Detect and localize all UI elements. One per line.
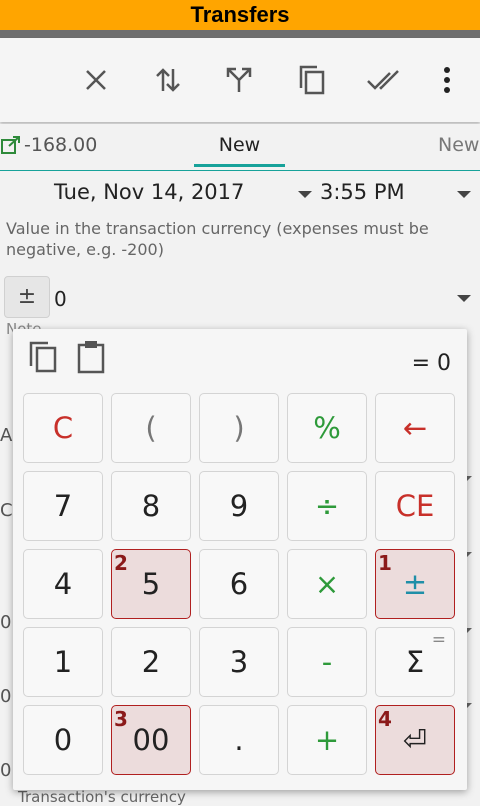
calc-key-6[interactable]: 6 [199,549,279,619]
background-field-edge: 0 [0,686,12,707]
calc-key-9[interactable]: 9 [199,471,279,541]
more-vert-icon[interactable] [427,60,467,100]
calc-key-plus[interactable]: + [287,705,367,775]
time-dropdown-icon[interactable] [457,191,471,198]
app-title: Transfers [190,2,290,27]
tab-previous[interactable]: -168.00 [0,134,97,156]
amount-field[interactable]: 0 [54,287,67,311]
calc-key-5[interactable]: 25 [111,549,191,619]
currency-label: Transaction's currency [18,788,186,806]
calc-key-plus-minus[interactable]: 1 ± [375,549,455,619]
background-field-edge: C [0,500,13,521]
calc-key-divide[interactable]: ÷ [287,471,367,541]
action-toolbar [0,38,480,122]
key-badge: 4 [378,707,392,731]
swap-icon[interactable] [148,60,188,100]
background-field-edge: 0 [0,760,12,781]
tab-next[interactable]: New [438,134,479,156]
transfer-tabs: -168.00 New New [0,124,480,171]
split-icon[interactable] [219,60,259,100]
calc-key-minus[interactable]: - [287,627,367,697]
calc-key-ce[interactable]: CE [375,471,455,541]
calc-key-multiply[interactable]: × [287,549,367,619]
title-bar: Transfers [0,0,480,38]
copy-icon[interactable] [292,60,332,100]
calc-key-7[interactable]: 7 [23,471,103,541]
calc-key-enter[interactable]: 4 ⏎ [375,705,455,775]
tab-current[interactable]: New [194,134,285,156]
calc-key-dot[interactable]: . [199,705,279,775]
calc-key-4[interactable]: 4 [23,549,103,619]
date-dropdown-icon[interactable] [298,191,312,198]
calc-key-c[interactable]: C [23,393,103,463]
tab-previous-value: -168.00 [24,134,98,156]
calc-key-percent[interactable]: % [287,393,367,463]
open-external-icon [1,136,20,154]
amount-hint: Value in the transaction currency (expen… [6,219,429,259]
calc-key-8[interactable]: 8 [111,471,191,541]
paste-icon[interactable] [75,339,113,379]
calc-key-sum[interactable]: = Σ [375,627,455,697]
close-icon[interactable] [76,60,116,100]
key-superscript: = [431,630,446,650]
calculator-popup: = 0 C ( ) % ← 7 8 9 ÷ CE 4 25 6 × 1 ± 1 2… [13,329,467,790]
calc-key-backspace[interactable]: ← [375,393,455,463]
amount-dropdown-icon[interactable] [457,295,471,302]
background-field-edge: A [0,425,13,446]
calculator-result: = 0 [411,351,451,376]
calc-key-1[interactable]: 1 [23,627,103,697]
key-badge: 2 [114,551,128,575]
date-picker[interactable]: Tue, Nov 14, 2017 [54,180,244,204]
copy-result-icon[interactable] [27,339,65,379]
key-badge: 1 [378,551,392,575]
sign-toggle-button[interactable]: ± [4,276,50,318]
calc-key-open-paren[interactable]: ( [111,393,191,463]
tab-indicator [194,164,285,167]
time-picker[interactable]: 3:55 PM [320,180,405,204]
calc-key-3[interactable]: 3 [199,627,279,697]
calc-key-2[interactable]: 2 [111,627,191,697]
done-all-icon[interactable] [364,60,404,100]
key-badge: 3 [114,707,128,731]
background-field-edge: 0 [0,612,12,633]
calc-key-close-paren[interactable]: ) [199,393,279,463]
enter-icon: ⏎ [402,723,428,757]
calc-key-0[interactable]: 0 [23,705,103,775]
calc-key-00[interactable]: 3 00 [111,705,191,775]
